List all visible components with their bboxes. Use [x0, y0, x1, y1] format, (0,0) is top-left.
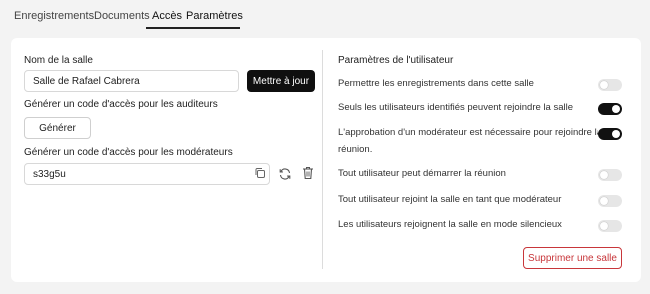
tab-settings[interactable]: Paramètres: [186, 10, 243, 22]
copy-icon[interactable]: [254, 167, 266, 179]
generate-button[interactable]: Générer: [24, 117, 91, 139]
trash-icon[interactable]: [302, 166, 314, 180]
tab-recordings[interactable]: Enregistrements: [14, 10, 94, 22]
listener-code-label: Générer un code d'accès pour les auditeu…: [24, 99, 218, 110]
setting-join-as-moderator-toggle[interactable]: [598, 195, 622, 207]
setting-authenticated-only-label: Seuls les utilisateurs identifiés peuven…: [338, 102, 573, 113]
setting-anyone-start-label: Tout utilisateur peut démarrer la réunio…: [338, 168, 506, 179]
tab-access[interactable]: Accès: [152, 10, 182, 22]
setting-allow-recordings-toggle[interactable]: [598, 79, 622, 91]
toggle-knob: [600, 171, 608, 179]
settings-card: Nom de la salle Salle de Rafael Cabrera …: [11, 38, 641, 282]
toggle-knob: [612, 105, 620, 113]
column-divider: [322, 50, 323, 269]
moderator-code-value: s33g5u: [33, 168, 66, 180]
active-tab-indicator: [146, 27, 240, 29]
setting-muted-join-label: Les utilisateurs rejoignent la salle en …: [338, 219, 562, 230]
room-name-value: Salle de Rafael Cabrera: [33, 75, 140, 87]
toggle-knob: [600, 222, 608, 230]
moderator-code-label: Générer un code d'accès pour les modérat…: [24, 147, 233, 158]
setting-moderator-approval-label: L'approbation d'un modérateur est nécess…: [338, 127, 598, 138]
delete-room-button[interactable]: Supprimer une salle: [523, 247, 622, 269]
toggle-knob: [600, 81, 608, 89]
moderator-code-field: s33g5u: [24, 163, 270, 185]
toggle-knob: [612, 130, 620, 138]
setting-moderator-approval-toggle[interactable]: [598, 128, 622, 140]
refresh-icon[interactable]: [278, 167, 292, 181]
setting-muted-join-toggle[interactable]: [598, 220, 622, 232]
setting-authenticated-only-toggle[interactable]: [598, 103, 622, 115]
toggle-knob: [600, 197, 608, 205]
setting-moderator-approval-label-cont: réunion.: [338, 144, 373, 155]
user-settings-title: Paramètres de l'utilisateur: [338, 55, 454, 66]
update-button[interactable]: Mettre à jour: [247, 70, 315, 92]
setting-allow-recordings-label: Permettre les enregistrements dans cette…: [338, 78, 534, 89]
room-tabs: Enregistrements Documents Accès Paramètr…: [0, 0, 650, 30]
room-name-input[interactable]: Salle de Rafael Cabrera: [24, 70, 239, 92]
setting-join-as-moderator-label: Tout utilisateur rejoint la salle en tan…: [338, 194, 562, 205]
room-name-label: Nom de la salle: [24, 55, 93, 66]
tab-documents[interactable]: Documents: [94, 10, 150, 22]
setting-anyone-start-toggle[interactable]: [598, 169, 622, 181]
